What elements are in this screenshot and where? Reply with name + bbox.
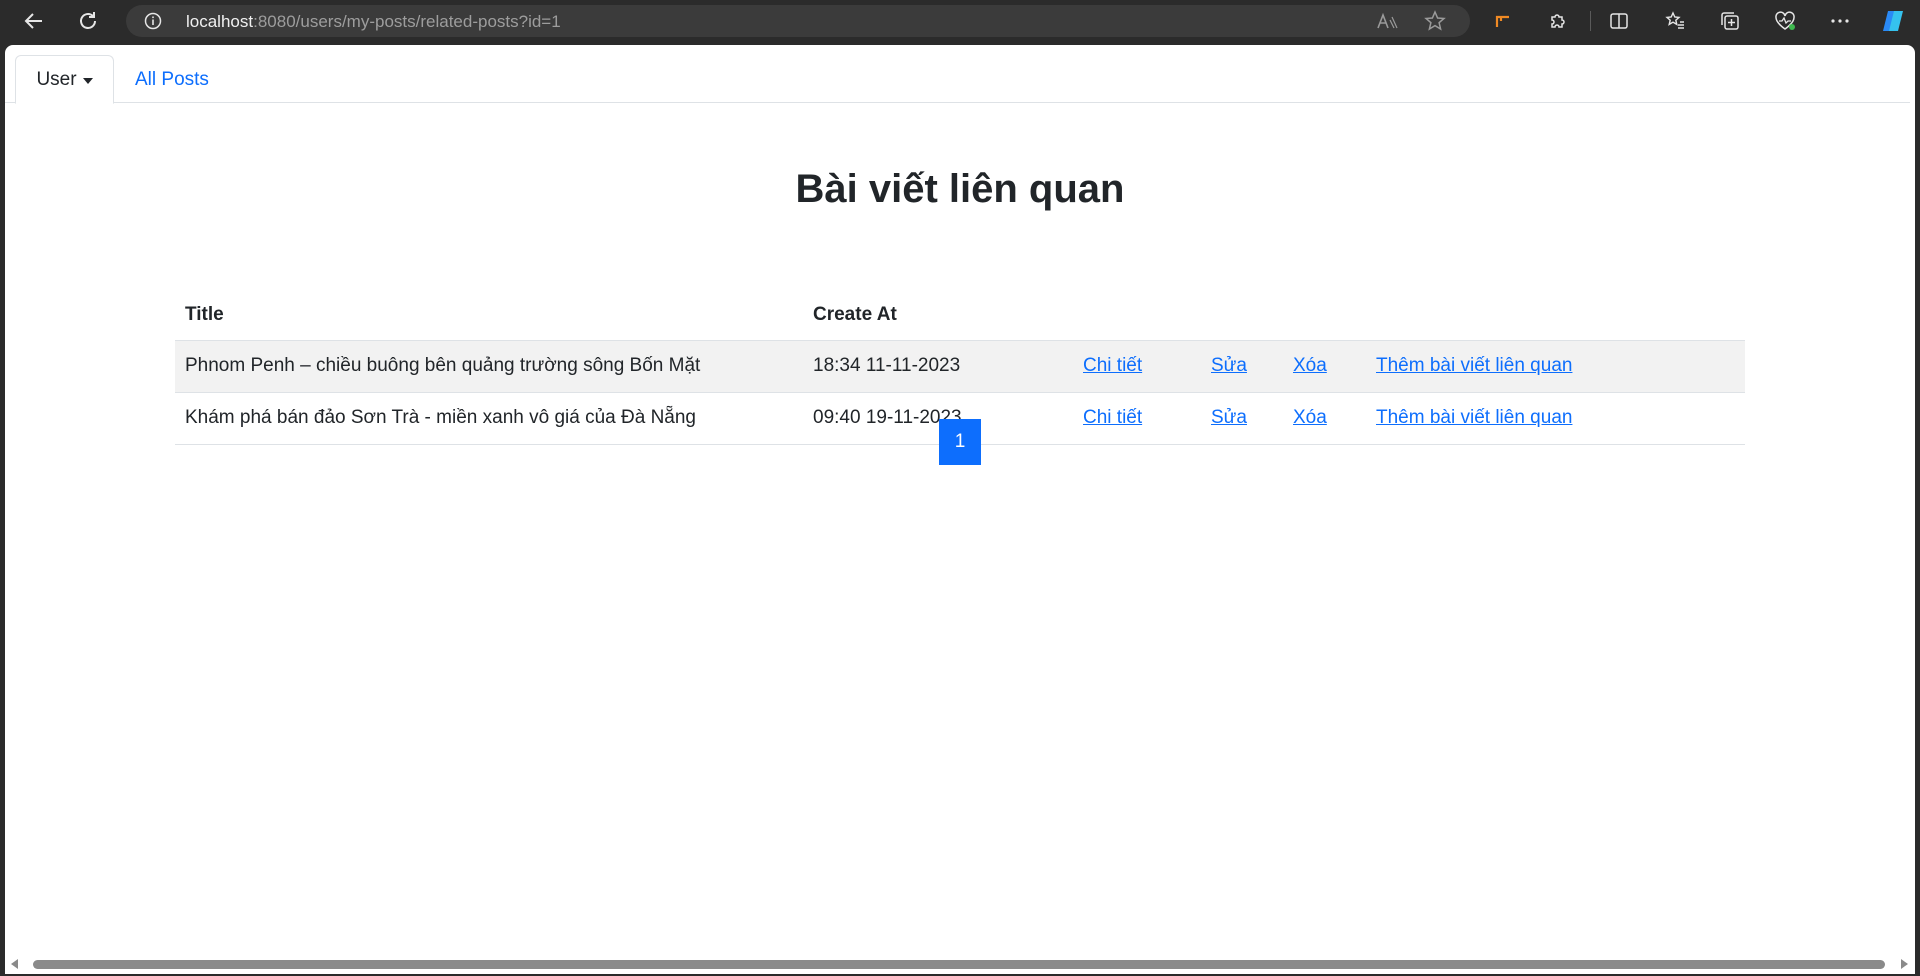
column-header-actions bbox=[1366, 290, 1745, 341]
extensions-puzzle-icon[interactable] bbox=[1545, 8, 1571, 34]
column-header-actions bbox=[1201, 290, 1283, 341]
nav-tabs: User All Posts bbox=[5, 55, 1910, 104]
favorite-star-icon[interactable] bbox=[1424, 10, 1446, 37]
url-text: localhost:8080/users/my-posts/related-po… bbox=[186, 12, 561, 32]
page-title: Bài viết liên quan bbox=[795, 167, 1125, 211]
column-header-actions bbox=[1073, 290, 1201, 341]
post-title: Phnom Penh – chiều buông bên quảng trườn… bbox=[175, 340, 803, 393]
table-header-row: Title Create At bbox=[175, 290, 1745, 341]
edit-link[interactable]: Sửa bbox=[1211, 407, 1247, 428]
back-icon[interactable] bbox=[16, 4, 52, 38]
browser-essentials-icon[interactable] bbox=[1772, 8, 1798, 34]
pagination-page-button[interactable]: 1 bbox=[939, 419, 981, 465]
post-title: Khám phá bán đảo Sơn Trà - miền xanh vô … bbox=[175, 392, 803, 445]
tab-all-posts[interactable]: All Posts bbox=[135, 69, 209, 91]
site-info-icon[interactable] bbox=[144, 12, 162, 35]
collections-icon[interactable] bbox=[1717, 8, 1743, 34]
extension-orange-icon[interactable] bbox=[1490, 8, 1516, 34]
delete-link[interactable]: Xóa bbox=[1293, 407, 1327, 428]
add-related-post-link[interactable]: Thêm bài viết liên quan bbox=[1376, 355, 1572, 376]
table-row: Phnom Penh – chiều buông bên quảng trườn… bbox=[175, 340, 1745, 393]
column-header-actions bbox=[1283, 290, 1366, 341]
detail-link[interactable]: Chi tiết bbox=[1083, 407, 1142, 428]
column-header-title: Title bbox=[175, 290, 803, 341]
caret-down-icon bbox=[82, 77, 93, 84]
favorites-list-icon[interactable] bbox=[1662, 8, 1688, 34]
add-related-post-link[interactable]: Thêm bài viết liên quan bbox=[1376, 407, 1572, 428]
page-viewport: User All Posts Bài viết liên quan Title … bbox=[5, 45, 1915, 974]
scrollbar-thumb[interactable] bbox=[33, 960, 1885, 969]
browser-toolbar: localhost:8080/users/my-posts/related-po… bbox=[0, 0, 1920, 42]
detail-link[interactable]: Chi tiết bbox=[1083, 355, 1142, 376]
edit-link[interactable]: Sửa bbox=[1211, 355, 1247, 376]
copilot-icon[interactable] bbox=[1880, 8, 1906, 34]
post-created-at: 18:34 11-11-2023 bbox=[803, 340, 1073, 393]
scroll-left-icon[interactable] bbox=[11, 959, 18, 969]
url-host: localhost bbox=[186, 12, 254, 31]
address-bar[interactable]: localhost:8080/users/my-posts/related-po… bbox=[126, 5, 1470, 37]
url-path: :8080/users/my-posts/related-posts?id=1 bbox=[253, 12, 561, 31]
post-created-at: 09:40 19-11-2023 bbox=[803, 392, 1073, 445]
scroll-right-icon[interactable] bbox=[1901, 959, 1908, 969]
toolbar-separator bbox=[1590, 11, 1591, 31]
refresh-icon[interactable] bbox=[70, 4, 106, 38]
delete-link[interactable]: Xóa bbox=[1293, 355, 1327, 376]
more-options-icon[interactable] bbox=[1827, 8, 1853, 34]
split-screen-icon[interactable] bbox=[1606, 8, 1632, 34]
horizontal-scrollbar[interactable] bbox=[5, 954, 1915, 974]
read-aloud-icon[interactable] bbox=[1376, 11, 1398, 36]
tab-user-label: User bbox=[36, 68, 77, 90]
column-header-create-at: Create At bbox=[803, 290, 1073, 341]
tab-user-dropdown[interactable]: User bbox=[15, 55, 114, 104]
